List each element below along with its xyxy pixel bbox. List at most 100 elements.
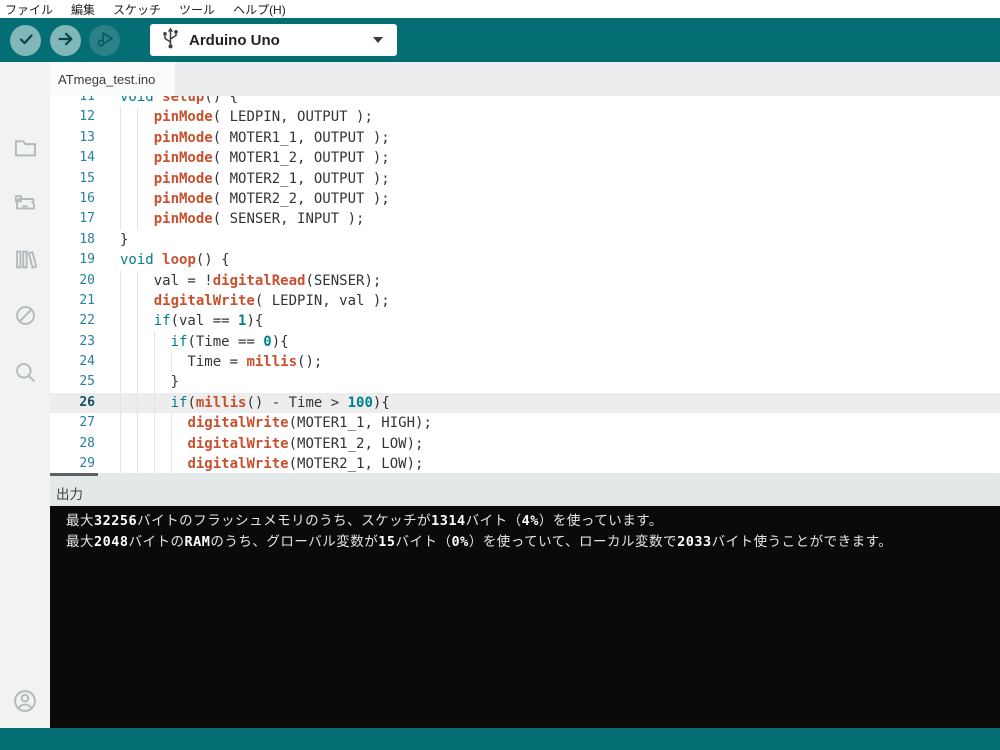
search-icon bbox=[12, 359, 39, 389]
code-text: pinMode( SENSER, INPUT ); bbox=[120, 209, 364, 229]
indent-guide bbox=[154, 434, 155, 454]
code-editor[interactable]: 11void setup() {12 pinMode( LEDPIN, OUTP… bbox=[50, 96, 1000, 473]
output-panel-header: 出力 bbox=[50, 473, 1000, 506]
debug-button[interactable] bbox=[89, 25, 120, 56]
code-text: Time = millis(); bbox=[120, 352, 322, 372]
code-line[interactable]: 11void setup() { bbox=[50, 96, 1000, 107]
line-number: 26 bbox=[50, 393, 95, 413]
indent-guide bbox=[120, 372, 121, 392]
indent-guide bbox=[154, 372, 155, 392]
indent-guide bbox=[137, 393, 138, 413]
line-number: 17 bbox=[50, 209, 95, 229]
tab-bar: ATmega_test.ino bbox=[50, 62, 1000, 96]
line-number: 24 bbox=[50, 352, 95, 372]
code-line[interactable]: 16 pinMode( MOTER2_2, OUTPUT ); bbox=[50, 189, 1000, 209]
tab-sketch[interactable]: ATmega_test.ino bbox=[50, 62, 175, 96]
code-line[interactable]: 26 if(millis() - Time > 100){ bbox=[50, 393, 1000, 413]
code-text: pinMode( LEDPIN, OUTPUT ); bbox=[120, 107, 373, 127]
code-text: val = !digitalRead(SENSER); bbox=[120, 271, 381, 291]
indent-guide bbox=[171, 454, 172, 473]
status-bar bbox=[0, 728, 1000, 750]
verify-button[interactable] bbox=[10, 25, 41, 56]
debug-sidebar-button[interactable] bbox=[0, 292, 50, 342]
indent-guide bbox=[120, 128, 121, 148]
code-line[interactable]: 29 digitalWrite(MOTER2_1, LOW); bbox=[50, 454, 1000, 473]
code-line[interactable]: 15 pinMode( MOTER2_1, OUTPUT ); bbox=[50, 169, 1000, 189]
code-line[interactable]: 19void loop() { bbox=[50, 250, 1000, 270]
indent-guide bbox=[171, 413, 172, 433]
line-number: 11 bbox=[50, 96, 95, 107]
indent-guide bbox=[120, 434, 121, 454]
code-line[interactable]: 22 if(val == 1){ bbox=[50, 311, 1000, 331]
code-line[interactable]: 23 if(Time == 0){ bbox=[50, 332, 1000, 352]
sidebook-sketchbook-button[interactable] bbox=[0, 124, 50, 174]
code-line[interactable]: 12 pinMode( LEDPIN, OUTPUT ); bbox=[50, 107, 1000, 127]
upload-button[interactable] bbox=[50, 25, 81, 56]
indent-guide bbox=[120, 271, 121, 291]
code-text: digitalWrite(MOTER1_1, HIGH); bbox=[120, 413, 432, 433]
search-button[interactable] bbox=[0, 349, 50, 399]
indent-guide bbox=[120, 209, 121, 229]
indent-guide bbox=[137, 434, 138, 454]
indent-guide bbox=[137, 352, 138, 372]
indent-guide bbox=[120, 332, 121, 352]
code-line[interactable]: 17 pinMode( SENSER, INPUT ); bbox=[50, 209, 1000, 229]
tab-label: ATmega_test.ino bbox=[58, 72, 155, 87]
line-number: 15 bbox=[50, 169, 95, 189]
line-number: 27 bbox=[50, 413, 95, 433]
indent-guide bbox=[171, 352, 172, 372]
check-icon bbox=[15, 28, 37, 53]
boards-manager-icon bbox=[12, 190, 39, 220]
line-number: 23 bbox=[50, 332, 95, 352]
indent-guide bbox=[120, 169, 121, 189]
line-number: 13 bbox=[50, 128, 95, 148]
library-manager-icon bbox=[12, 246, 39, 276]
line-number: 16 bbox=[50, 189, 95, 209]
boards-manager-button[interactable] bbox=[0, 180, 50, 230]
indent-guide bbox=[120, 352, 121, 372]
menu-item[interactable]: スケッチ bbox=[112, 1, 172, 18]
indent-guide bbox=[137, 169, 138, 189]
code-line[interactable]: 28 digitalWrite(MOTER1_2, LOW); bbox=[50, 434, 1000, 454]
output-console[interactable]: 最大32256バイトのフラッシュメモリのうち、スケッチが1314バイト（4%）を… bbox=[50, 506, 1000, 728]
code-text: if(millis() - Time > 100){ bbox=[120, 393, 390, 413]
toolbar: Arduino Uno bbox=[0, 18, 1000, 62]
usb-icon bbox=[162, 26, 179, 55]
code-line[interactable]: 18} bbox=[50, 230, 1000, 250]
library-manager-button[interactable] bbox=[0, 236, 50, 286]
code-line[interactable]: 27 digitalWrite(MOTER1_1, HIGH); bbox=[50, 413, 1000, 433]
indent-guide bbox=[137, 413, 138, 433]
indent-guide bbox=[154, 332, 155, 352]
indent-guide bbox=[120, 107, 121, 127]
code-text: pinMode( MOTER1_1, OUTPUT ); bbox=[120, 128, 390, 148]
code-text: } bbox=[120, 372, 179, 392]
indent-guide bbox=[137, 107, 138, 127]
code-text: pinMode( MOTER1_2, OUTPUT ); bbox=[120, 148, 390, 168]
menu-item[interactable]: 編集 bbox=[70, 1, 106, 18]
arduino-ide-window: ファイル編集スケッチツールヘルプ(H) bbox=[0, 0, 1000, 750]
code-text: digitalWrite( LEDPIN, val ); bbox=[120, 291, 390, 311]
code-text: } bbox=[120, 230, 128, 250]
line-number: 19 bbox=[50, 250, 95, 270]
menu-item[interactable]: ヘルプ(H) bbox=[232, 1, 297, 18]
account-button[interactable] bbox=[0, 677, 50, 727]
menu-item[interactable]: ツール bbox=[178, 1, 226, 18]
indent-guide bbox=[120, 393, 121, 413]
indent-guide bbox=[137, 291, 138, 311]
indent-guide bbox=[137, 372, 138, 392]
code-text: digitalWrite(MOTER2_1, LOW); bbox=[120, 454, 423, 473]
code-text: if(val == 1){ bbox=[120, 311, 263, 331]
menu-item[interactable]: ファイル bbox=[4, 1, 64, 18]
code-line[interactable]: 21 digitalWrite( LEDPIN, val ); bbox=[50, 291, 1000, 311]
indent-guide bbox=[137, 189, 138, 209]
code-line[interactable]: 13 pinMode( MOTER1_1, OUTPUT ); bbox=[50, 128, 1000, 148]
code-line[interactable]: 25 } bbox=[50, 372, 1000, 392]
code-line[interactable]: 20 val = !digitalRead(SENSER); bbox=[50, 271, 1000, 291]
code-line[interactable]: 24 Time = millis(); bbox=[50, 352, 1000, 372]
line-number: 18 bbox=[50, 230, 95, 250]
indent-guide bbox=[120, 454, 121, 473]
code-line[interactable]: 14 pinMode( MOTER1_2, OUTPUT ); bbox=[50, 148, 1000, 168]
indent-guide bbox=[137, 454, 138, 473]
line-number: 25 bbox=[50, 372, 95, 392]
board-selector[interactable]: Arduino Uno bbox=[150, 24, 397, 56]
